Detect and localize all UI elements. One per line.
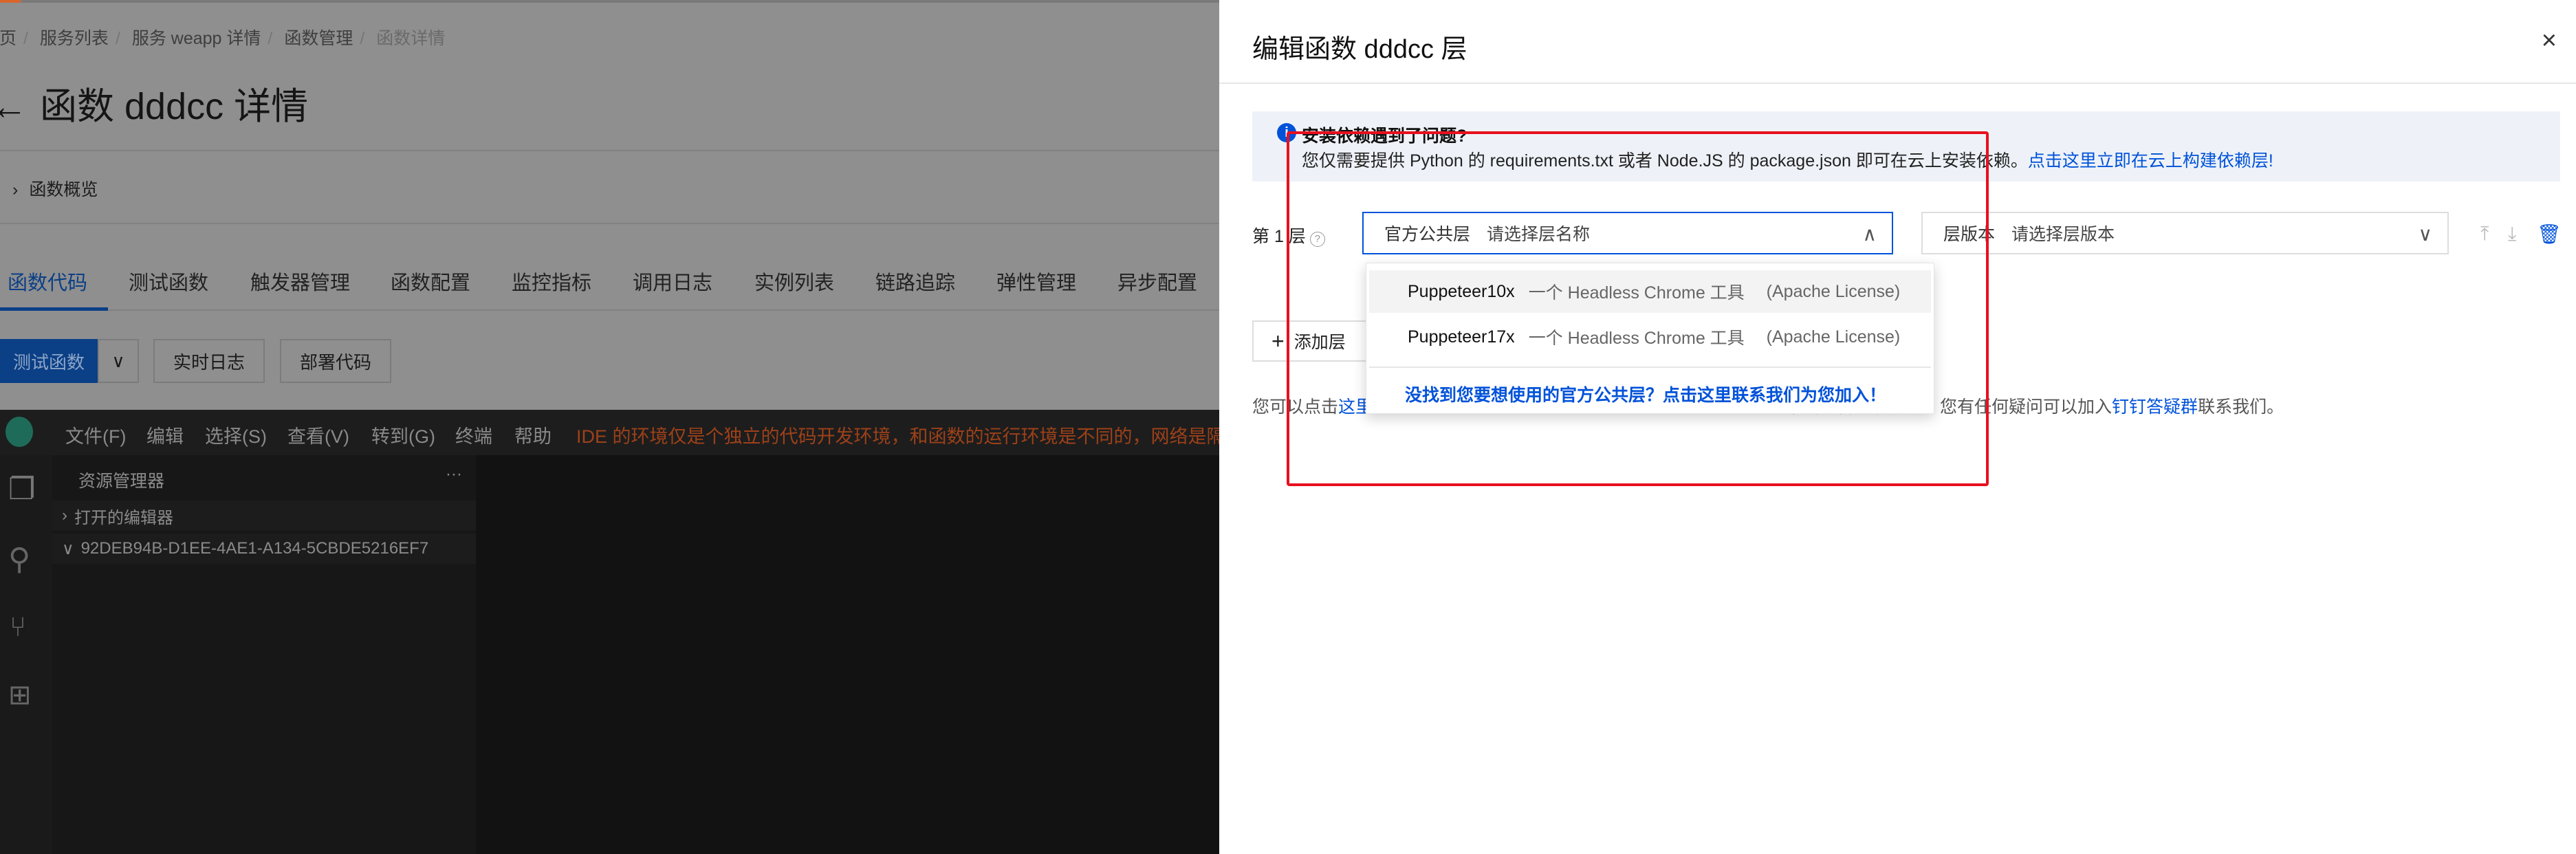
note-text: 联系我们。 [2198,397,2284,417]
page-background-overlay: 首页/ 服务列表/ 服务 weapp 详情/ 函数管理/ 函数详情 ← 函数 dd… [0,0,1219,854]
move-up-icon[interactable]: ⤒ [2480,223,2489,245]
delete-icon[interactable]: 🗑 [2537,223,2562,245]
move-down-icon[interactable]: ⤓ [2508,223,2516,245]
tab-invoke-logs[interactable]: 调用日志 [633,267,712,296]
logo-strip [0,0,21,3]
menu-file[interactable]: 文件(F) [65,421,126,448]
tab-function-code[interactable]: 函数代码 [8,267,87,296]
tab-bar: 函数代码 测试函数 触发器管理 函数配置 监控指标 调用日志 实例列表 链路追踪… [0,267,1219,311]
page-title-text: 函数 dddcc 详情 [40,86,309,127]
tab-scaling[interactable]: 弹性管理 [996,267,1076,296]
breadcrumb-service-detail[interactable]: 服务 weapp 详情 [132,29,261,48]
test-options-dropdown[interactable]: ∨ [98,339,139,383]
breadcrumb-services[interactable]: 服务列表 [40,29,109,48]
source-control-icon[interactable]: ⑂ [10,612,26,643]
divider [0,223,1219,224]
chevron-right-icon: › [12,180,19,199]
active-tab-indicator [0,307,108,311]
extensions-icon[interactable]: ⊞ [8,679,32,711]
top-bar [0,0,1219,3]
highlight-annotation-box [1287,131,1989,486]
tab-tracing[interactable]: 链路追踪 [875,267,955,296]
drawer-title: 编辑函数 dddcc 层 [1252,35,1467,64]
files-icon[interactable]: ❐ [8,472,35,507]
menu-select[interactable]: 选择(S) [205,421,267,448]
back-arrow-icon[interactable]: ← [0,86,28,127]
breadcrumb-functions[interactable]: 函数管理 [284,29,353,48]
ide-warning: IDE 的环境仅是个独立的代码开发环境，和函数的运行环境是不同的，网络是隔离开的… [576,426,1219,447]
dingtalk-group-link[interactable]: 钉钉答疑群 [2112,397,2198,417]
folder-name: 92DEB94B-D1EE-4AE1-A134-5CBDE5216EF7 [80,539,429,558]
overview-label: 函数概览 [29,180,98,199]
page-title: ← 函数 dddcc 详情 [0,76,308,130]
explorer-title: 资源管理器 [78,472,165,491]
menu-view[interactable]: 查看(V) [287,421,349,448]
build-layer-link[interactable]: 点击这里立即在云上构建依赖层! [2028,151,2273,171]
tab-test-function[interactable]: 测试函数 [129,267,208,296]
chevron-down-icon: ∨ [2418,223,2433,245]
breadcrumb: 首页/ 服务列表/ 服务 weapp 详情/ 函数管理/ 函数详情 [0,25,452,50]
chevron-down-icon: ∨ [62,539,74,558]
explorer-panel: 资源管理器 ··· › 打开的编辑器 ∨ 92DEB94B-D1EE-4AE1-A1… [52,455,476,854]
chevron-right-icon: › [62,506,67,525]
plus-icon: + [1271,328,1285,353]
menu-goto[interactable]: 转到(G) [371,421,435,448]
tab-metrics[interactable]: 监控指标 [512,267,591,296]
close-icon[interactable]: × [2542,26,2557,56]
breadcrumb-home[interactable]: 首页 [0,29,17,48]
layer-version-select[interactable]: 层版本 请选择层版本 ∨ [1921,212,2449,254]
open-editors-label: 打开的编辑器 [74,508,173,527]
chevron-down-icon: ∨ [111,350,125,371]
open-editors-section[interactable]: › 打开的编辑器 [52,501,476,531]
divider [1219,83,2576,84]
menu-edit[interactable]: 编辑 [146,421,184,448]
activity-bar: ❐ ⚲ ⑂ ⊞ [0,455,52,854]
deploy-code-button[interactable]: 部署代码 [280,339,391,383]
menu-terminal[interactable]: 终端 [455,421,492,448]
tab-instances[interactable]: 实例列表 [754,267,834,296]
test-function-button[interactable]: 测试函数 [0,339,98,383]
menu-help[interactable]: 帮助 [514,421,552,448]
search-icon[interactable]: ⚲ [8,542,30,577]
tab-divider [0,309,1219,311]
workspace-folder[interactable]: ∨ 92DEB94B-D1EE-4AE1-A134-5CBDE5216EF7 [52,534,476,564]
realtime-logs-button[interactable]: 实时日志 [153,339,265,383]
tab-triggers[interactable]: 触发器管理 [250,267,350,296]
more-icon[interactable]: ··· [446,465,462,484]
divider [0,150,1219,151]
version-placeholder: 请选择层版本 [2011,225,2115,244]
ide-logo-icon [6,417,33,447]
function-overview-toggle[interactable]: › 函数概览 [12,176,98,201]
ide-menu-bar: 文件(F) 编辑 选择(S) 查看(V) 转到(G) 终端 帮助 IDE 的环境… [0,410,1219,455]
breadcrumb-current: 函数详情 [376,29,446,48]
tab-async-config[interactable]: 异步配置 [1117,267,1197,296]
cloud-ide: 文件(F) 编辑 选择(S) 查看(V) 转到(G) 终端 帮助 IDE 的环境… [0,410,1219,854]
tab-config[interactable]: 函数配置 [391,267,470,296]
